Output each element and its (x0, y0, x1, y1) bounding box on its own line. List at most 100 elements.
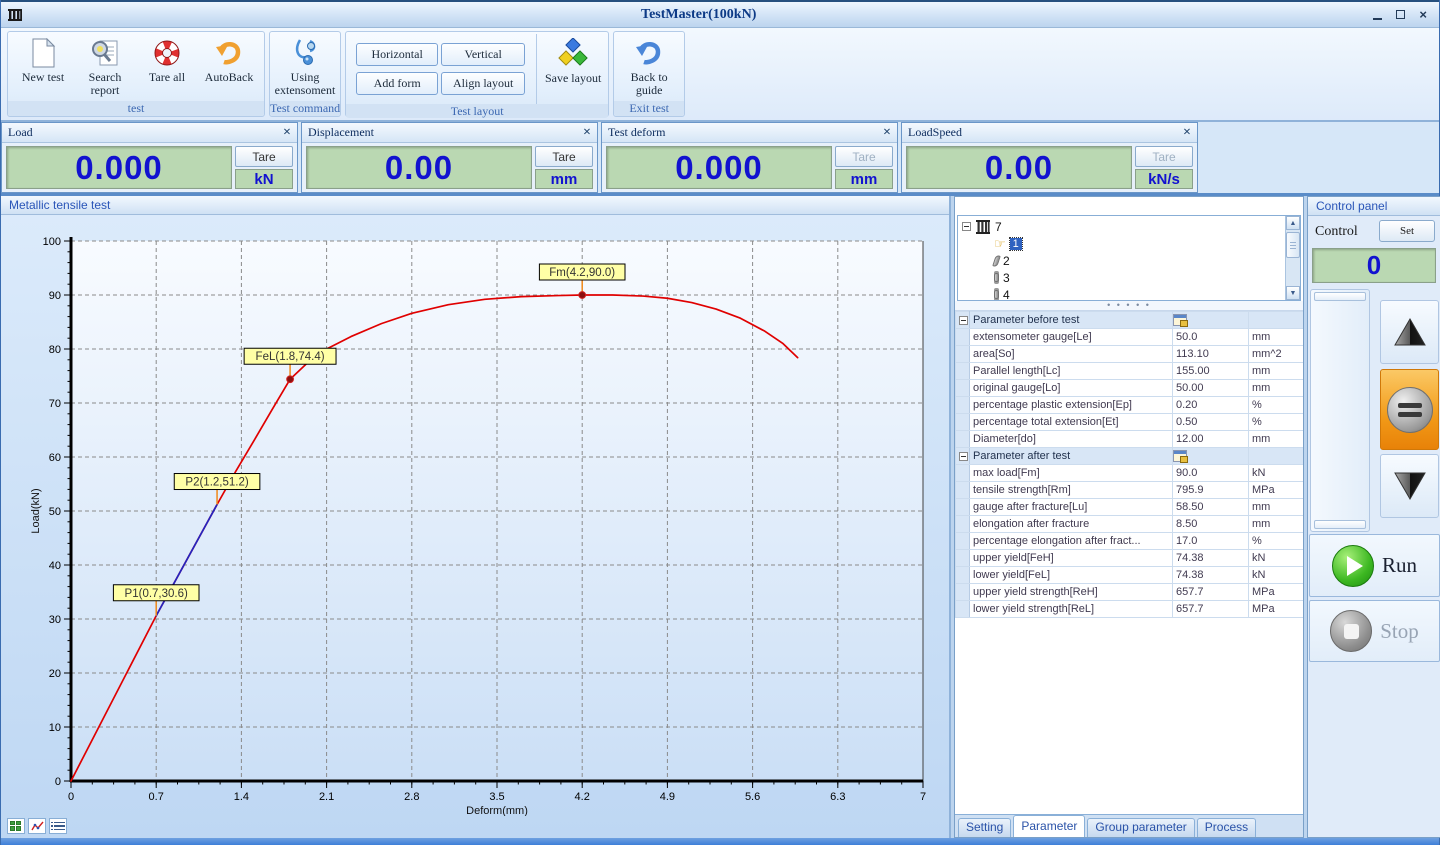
set-button[interactable]: Set (1379, 220, 1435, 242)
tare-button[interactable]: Tare (235, 146, 293, 167)
scroll-down-icon[interactable]: ▼ (1286, 286, 1300, 300)
param-row-original-gauge[interactable]: original gauge[Lo]50.00mm (956, 380, 1304, 397)
close-icon[interactable]: × (583, 126, 591, 140)
param-row-max-load[interactable]: max load[Fm]90.0kN (956, 465, 1304, 482)
close-icon[interactable]: × (883, 126, 891, 140)
save-layout-button[interactable]: Save layout (544, 37, 602, 101)
using-extensoment-button[interactable]: Using extensoment (276, 36, 334, 100)
chart-toolbar (1, 816, 949, 836)
new-test-button[interactable]: New test (14, 36, 72, 100)
param-value: 795.9 (1173, 482, 1249, 499)
collapse-icon[interactable] (959, 316, 968, 325)
parameter-table-wrap: Parameter before testextensometer gauge[… (955, 310, 1303, 814)
ribbon-group-exit-test: Back to guideExit test (613, 31, 685, 117)
param-row-upper-yield[interactable]: upper yield[FeH]74.38kN (956, 550, 1304, 567)
button-label: Using extensoment (275, 71, 336, 97)
tab-process[interactable]: Process (1197, 818, 1256, 837)
tree-item-label: 2 (1003, 254, 1010, 268)
edit-parameters-icon[interactable] (1173, 314, 1187, 326)
jog-down-button[interactable] (1380, 454, 1439, 518)
search-report-button[interactable]: Search report (76, 36, 134, 100)
svg-text:6.3: 6.3 (830, 791, 845, 803)
speed-slider-thumb[interactable] (1314, 292, 1366, 301)
tree-item-4[interactable]: 4 (962, 286, 1285, 301)
tree-scrollbar[interactable]: ▲ ▼ (1285, 216, 1300, 300)
autoback-button[interactable]: AutoBack (200, 36, 258, 100)
param-value: 8.50 (1173, 516, 1249, 533)
edit-parameters-icon[interactable] (1173, 450, 1187, 462)
button-label: Tare all (149, 71, 185, 84)
param-row-percentage-total-extension[interactable]: percentage total extension[Et]0.50% (956, 414, 1304, 431)
param-row-tensile-strength[interactable]: tensile strength[Rm]795.9MPa (956, 482, 1304, 499)
param-row-lower-yield[interactable]: lower yield[FeL]74.38kN (956, 567, 1304, 584)
svg-text:FeL(1.8,74.4): FeL(1.8,74.4) (256, 351, 325, 363)
run-button[interactable]: Run (1309, 534, 1440, 597)
svg-text:4.2: 4.2 (575, 791, 590, 803)
vertical-button[interactable]: Vertical (441, 43, 525, 66)
svg-text:7: 7 (920, 791, 926, 803)
param-section-parameter-before-test[interactable]: Parameter before test (956, 312, 1304, 329)
param-name: max load[Fm] (970, 465, 1173, 482)
param-section-parameter-after-test[interactable]: Parameter after test (956, 448, 1304, 465)
back-to-guide-button[interactable]: Back to guide (620, 36, 678, 100)
param-unit: % (1249, 397, 1304, 414)
collapse-icon[interactable] (962, 222, 971, 231)
param-value: 113.10 (1173, 346, 1249, 363)
stop-button[interactable]: Stop (1309, 600, 1440, 662)
tab-bar: SettingParameterGroup parameterProcess (955, 814, 1303, 837)
tree-item-3[interactable]: 3 (962, 269, 1285, 286)
param-name: upper yield[FeH] (970, 550, 1173, 567)
curve-view-icon[interactable] (28, 818, 46, 834)
back-arrow-icon (634, 37, 664, 69)
gauge-load: Load×0.000TarekN (1, 122, 298, 193)
gauge-test-deform: Test deform×0.000Taremm (601, 122, 898, 193)
param-row-gauge-after-fracture[interactable]: gauge after fracture[Lu]58.50mm (956, 499, 1304, 516)
svg-text:80: 80 (49, 344, 61, 356)
tab-group-parameter[interactable]: Group parameter (1087, 818, 1194, 837)
param-row-elongation-after-fracture[interactable]: elongation after fracture8.50mm (956, 516, 1304, 533)
tare-button[interactable]: Tare (535, 146, 593, 167)
param-row-percentage-elongation-after-fract[interactable]: percentage elongation after fract...17.0… (956, 533, 1304, 550)
param-unit: mm (1249, 431, 1304, 448)
close-icon[interactable]: × (1419, 8, 1427, 21)
horizontal-splitter[interactable]: • • • • • (955, 301, 1303, 310)
scroll-thumb[interactable] (1286, 232, 1300, 258)
jog-up-button[interactable] (1380, 300, 1439, 364)
chart-panel-title: Metallic tensile test (1, 196, 949, 215)
param-row-diameter[interactable]: Diameter[do]12.00mm (956, 431, 1304, 448)
list-view-icon[interactable] (49, 818, 67, 834)
param-unit: mm (1249, 516, 1304, 533)
minimize-icon[interactable] (1373, 10, 1382, 20)
tree-root-label: 7 (995, 220, 1002, 234)
tree-item-2[interactable]: 2 (962, 252, 1285, 269)
horizontal-button[interactable]: Horizontal (356, 43, 438, 66)
close-icon[interactable]: × (283, 126, 291, 140)
align-layout-button[interactable]: Align layout (441, 72, 525, 95)
close-icon[interactable]: × (1183, 126, 1191, 140)
param-row-extensometer-gauge[interactable]: extensometer gauge[Le]50.0mm (956, 329, 1304, 346)
collapse-icon[interactable] (959, 452, 968, 461)
param-row-area[interactable]: area[So]113.10mm^2 (956, 346, 1304, 363)
tab-setting[interactable]: Setting (958, 818, 1011, 837)
speed-slider[interactable] (1310, 289, 1370, 532)
param-row-percentage-plastic-extension[interactable]: percentage plastic extension[Ep]0.20% (956, 397, 1304, 414)
specimen-icon (994, 290, 999, 299)
tab-parameter[interactable]: Parameter (1013, 815, 1085, 837)
jog-stop-button[interactable] (1380, 369, 1439, 450)
grid-view-icon[interactable] (7, 818, 25, 834)
param-row-upper-yield-strength[interactable]: upper yield strength[ReH]657.7MPa (956, 584, 1304, 601)
scroll-up-icon[interactable]: ▲ (1286, 216, 1300, 230)
specimen-icon (992, 254, 1000, 267)
param-row-lower-yield-strength[interactable]: lower yield strength[ReL]657.7MPa (956, 601, 1304, 618)
specimen-icon (994, 273, 999, 282)
tree-root[interactable]: 7 (962, 218, 1285, 235)
tree-item-1[interactable]: ☞1 (962, 235, 1285, 252)
tare-all-button[interactable]: Tare all (138, 36, 196, 100)
main-area: Metallic tensile test 00.71.42.12.83.54.… (1, 196, 1439, 838)
svg-text:0: 0 (55, 776, 61, 788)
gauge-unit: mm (535, 169, 593, 189)
add-form-button[interactable]: Add form (356, 72, 438, 95)
maximize-icon[interactable] (1396, 10, 1405, 19)
param-row-parallel-length[interactable]: Parallel length[Lc]155.00mm (956, 363, 1304, 380)
gauge-title: Displacement (308, 125, 583, 140)
